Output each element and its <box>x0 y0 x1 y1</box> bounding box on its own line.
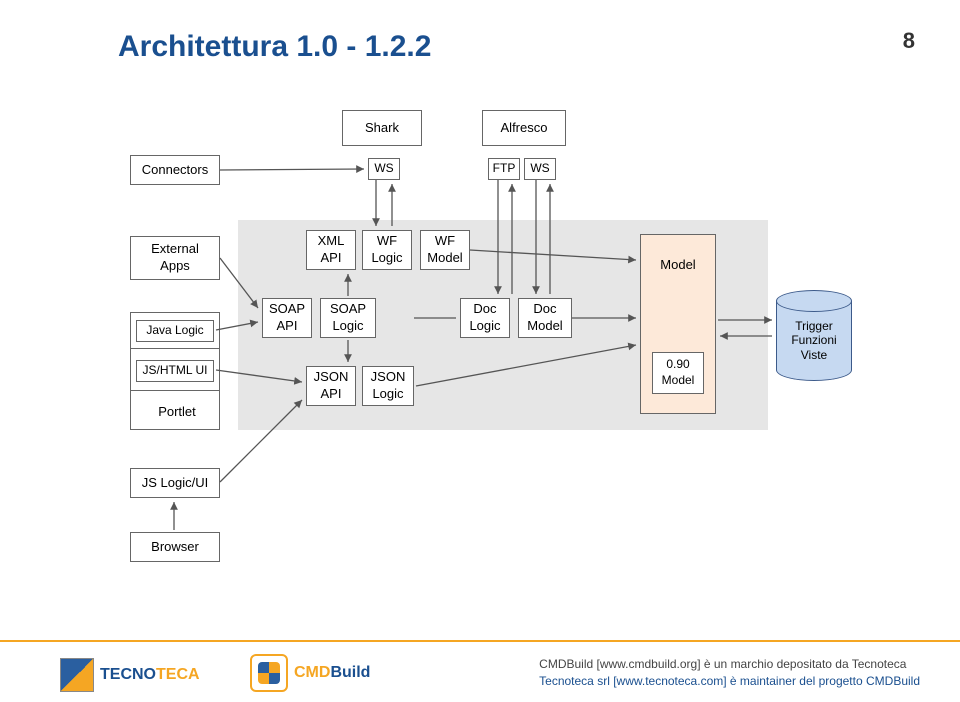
db-body: Trigger Funzioni Viste <box>776 301 852 381</box>
tecnoteca-part1: TECNO <box>100 666 156 683</box>
db-label: Trigger Funzioni Viste <box>791 319 836 362</box>
box-wf-model: WF Model <box>420 230 470 270</box>
db-top <box>776 290 852 312</box>
cmdbuild-icon <box>250 654 288 692</box>
page-number: 8 <box>903 28 915 54</box>
tecnoteca-icon <box>60 658 94 692</box>
slide-root: Architettura 1.0 - 1.2.2 8 Shark Alfresc… <box>0 0 960 702</box>
box-ws-1: WS <box>368 158 400 180</box>
box-alfresco: Alfresco <box>482 110 566 146</box>
box-json-logic: JSON Logic <box>362 366 414 406</box>
box-sub-model: 0.90 Model <box>652 352 704 394</box>
cmdbuild-part1: CMD <box>294 664 330 681</box>
box-doc-model: Doc Model <box>518 298 572 338</box>
box-shark: Shark <box>342 110 422 146</box>
box-js-logic-ui: JS Logic/UI <box>130 468 220 498</box>
cmdbuild-part2: Build <box>330 664 370 681</box>
box-wf-logic: WF Logic <box>362 230 412 270</box>
box-external-apps: External Apps <box>130 236 220 280</box>
label-model: Model <box>660 257 695 274</box>
tecnoteca-name: TECNOTECA <box>100 666 200 684</box>
logo-cmdbuild: CMDBuild <box>250 654 370 692</box>
box-soap-logic: SOAP Logic <box>320 298 376 338</box>
page-title: Architettura 1.0 - 1.2.2 <box>118 30 431 64</box>
box-ftp: FTP <box>488 158 520 180</box>
box-connectors: Connectors <box>130 155 220 185</box>
box-json-api: JSON API <box>306 366 356 406</box>
db-cylinder: Trigger Funzioni Viste <box>776 290 852 381</box>
box-soap-api: SOAP API <box>262 298 312 338</box>
footer-text: CMDBuild [www.cmdbuild.org] è un marchio… <box>539 656 920 690</box>
tecnoteca-part2: TECA <box>156 666 200 683</box>
footer-line-1: CMDBuild [www.cmdbuild.org] è un marchio… <box>539 656 920 673</box>
footer-line-2: Tecnoteca srl [www.tecnoteca.com] è main… <box>539 673 920 690</box>
portlet-container <box>130 312 220 430</box>
cmdbuild-name: CMDBuild <box>294 664 370 682</box>
box-browser: Browser <box>130 532 220 562</box>
footer: TECNOTECA CMDBuild CMDBuild [www.cmdbuil… <box>0 640 960 702</box>
box-ws-2: WS <box>524 158 556 180</box>
box-xml-api: XML API <box>306 230 356 270</box>
logo-tecnoteca: TECNOTECA <box>60 658 200 692</box>
box-doc-logic: Doc Logic <box>460 298 510 338</box>
